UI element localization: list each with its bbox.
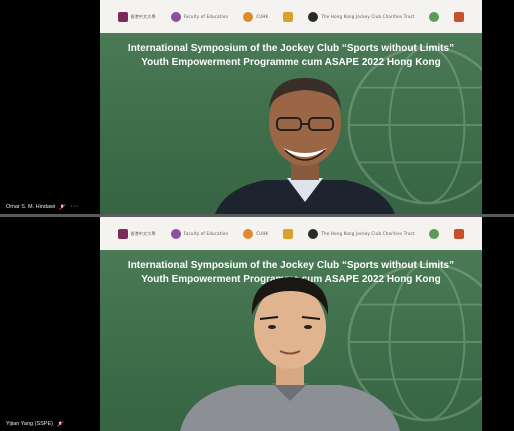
logo-jockey-club: The Hong Kong Jockey Club Charities Trus… — [308, 11, 414, 22]
logo-faculty: Faculty of Education — [170, 228, 228, 239]
participant-name-label: Omar S. M. Hindawi ··· — [6, 203, 79, 210]
logo-faculty: Faculty of Education — [170, 11, 228, 22]
logo-six — [429, 11, 440, 22]
sponsor-logo-bar: 香港中文大學 Faculty of Education CUHK The Hon… — [100, 217, 482, 250]
logo-cuhk: 香港中文大學 — [117, 11, 156, 22]
more-options-icon[interactable]: ··· — [70, 203, 79, 210]
logo-cuhk: 香港中文大學 — [117, 228, 156, 239]
logo-three: CUHK — [243, 228, 268, 239]
logo-seven — [454, 228, 465, 239]
mic-muted-icon — [59, 203, 66, 210]
participant-name-label: Yijian Yang (SSPE) — [6, 421, 64, 427]
event-title: International Symposium of the Jockey Cl… — [127, 43, 455, 68]
slide-background: 香港中文大學 Faculty of Education CUHK The Hon… — [100, 217, 482, 431]
mic-muted-icon — [57, 421, 64, 427]
participant-video-omar — [215, 78, 395, 214]
logo-six — [429, 228, 440, 239]
slide-background: 香港中文大學 Faculty of Education CUHK The Hon… — [100, 0, 482, 214]
video-call-gallery: 香港中文大學 Faculty of Education CUHK The Hon… — [0, 0, 514, 431]
video-tile-participant-1[interactable]: 香港中文大學 Faculty of Education CUHK The Hon… — [0, 0, 514, 214]
logo-four — [283, 11, 294, 22]
participant-video-yijian — [180, 277, 400, 431]
video-tile-participant-2[interactable]: 香港中文大學 Faculty of Education CUHK The Hon… — [0, 217, 514, 431]
sponsor-logo-bar: 香港中文大學 Faculty of Education CUHK The Hon… — [100, 0, 482, 33]
logo-seven — [454, 11, 465, 22]
logo-four — [283, 228, 294, 239]
logo-jockey-club: The Hong Kong Jockey Club Charities Trus… — [308, 228, 414, 239]
logo-three: CUHK — [243, 11, 268, 22]
